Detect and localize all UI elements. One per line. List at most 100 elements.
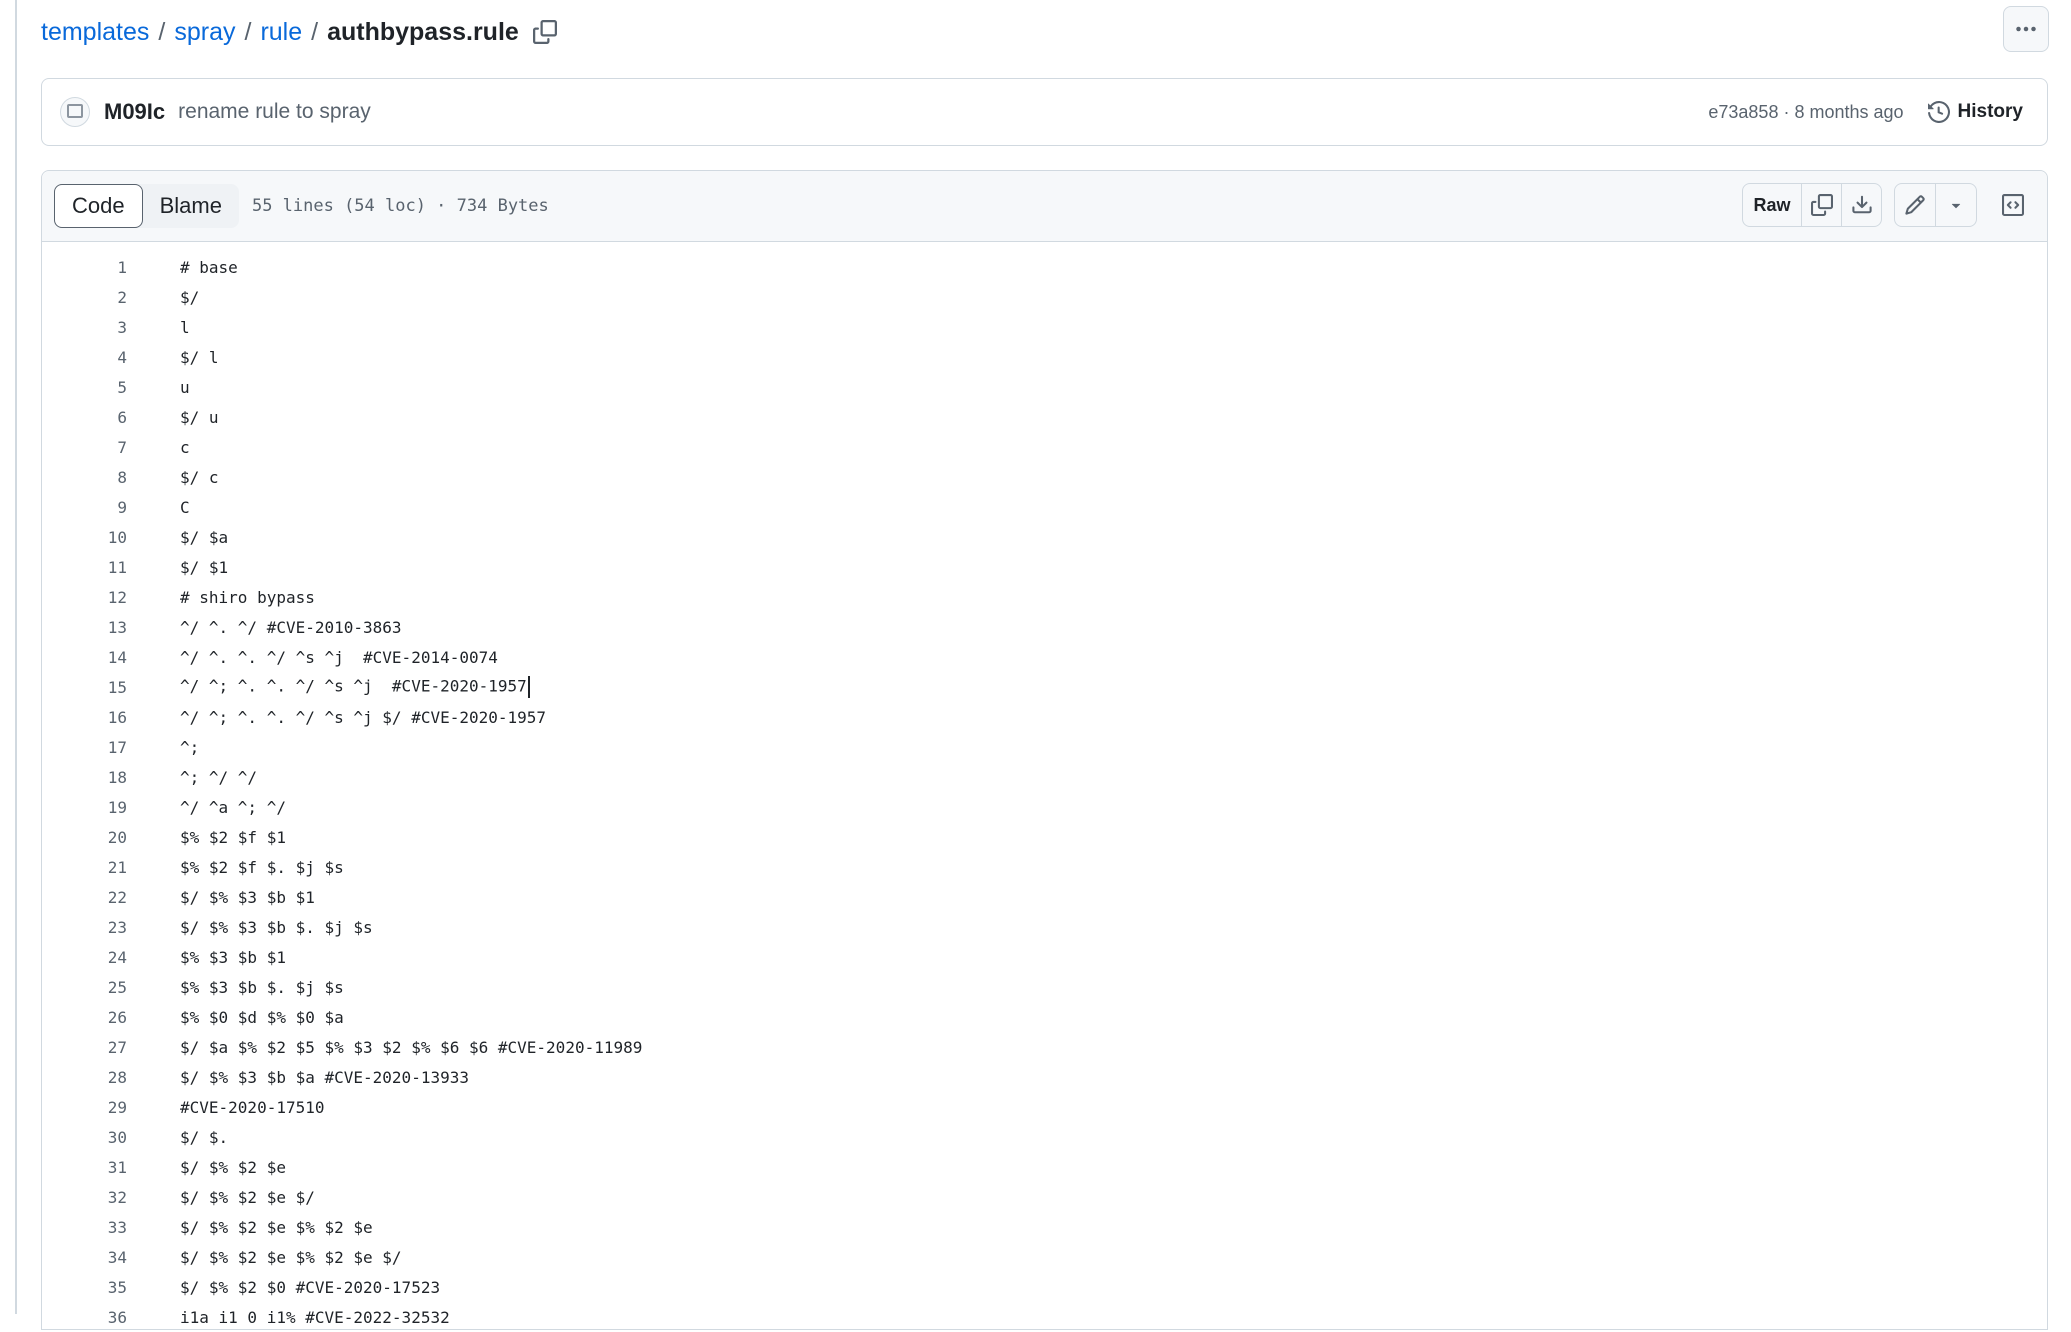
code-line: 6 $/ u <box>42 402 2047 432</box>
line-number[interactable]: 17 <box>42 738 127 757</box>
line-number[interactable]: 26 <box>42 1008 127 1027</box>
line-number[interactable]: 29 <box>42 1098 127 1117</box>
line-number[interactable]: 5 <box>42 378 127 397</box>
commit-author[interactable]: M09Ic <box>104 99 165 125</box>
code-line: 30 $/ $. <box>42 1122 2047 1152</box>
code-line: 8 $/ c <box>42 462 2047 492</box>
author-avatar[interactable] <box>60 97 90 127</box>
line-number[interactable]: 35 <box>42 1278 127 1297</box>
line-content: $/ $% $2 $e $% $2 $e <box>180 1217 373 1237</box>
breadcrumb-rule[interactable]: rule <box>260 18 302 47</box>
breadcrumb: templates / spray / rule / authbypass.ru… <box>41 14 559 50</box>
breadcrumb-templates[interactable]: templates <box>41 18 149 47</box>
line-content: $/ $a <box>180 527 229 547</box>
raw-actions-group: Raw <box>1742 183 1882 227</box>
code-line: 29 #CVE-2020-17510 <box>42 1092 2047 1122</box>
line-number[interactable]: 2 <box>42 288 127 307</box>
breadcrumb-spray[interactable]: spray <box>174 18 235 47</box>
line-number[interactable]: 23 <box>42 918 127 937</box>
more-options-button[interactable] <box>2003 6 2049 52</box>
line-number[interactable]: 30 <box>42 1128 127 1147</box>
code-view[interactable]: 1 # base 2 $/3 l 4 $/ l 5 u 6 $/ u 7 c 8 $/ c 9 C 10 $/ $a… <box>42 241 2047 1332</box>
line-number[interactable]: 14 <box>42 648 127 667</box>
line-number[interactable]: 22 <box>42 888 127 907</box>
kebab-horizontal-icon <box>2016 26 2036 32</box>
code-line: 17 ^; <box>42 732 2047 762</box>
left-border <box>15 0 17 1314</box>
line-number[interactable]: 3 <box>42 318 127 337</box>
code-line: 9C <box>42 492 2047 522</box>
line-content: $% $0 $d $% $0 $a <box>180 1007 344 1027</box>
commit-sha[interactable]: e73a858 <box>1708 102 1778 123</box>
line-number[interactable]: 10 <box>42 528 127 547</box>
line-number[interactable]: 6 <box>42 408 127 427</box>
line-number[interactable]: 21 <box>42 858 127 877</box>
line-content: C <box>180 497 190 517</box>
line-content: #CVE-2020-17510 <box>180 1097 325 1117</box>
line-number[interactable]: 20 <box>42 828 127 847</box>
line-number[interactable]: 34 <box>42 1248 127 1267</box>
line-content: # shiro bypass <box>180 587 315 607</box>
line-content: $/ $% $3 $b $a #CVE-2020-13933 <box>180 1067 469 1087</box>
line-number[interactable]: 4 <box>42 348 127 367</box>
line-number[interactable]: 25 <box>42 978 127 997</box>
line-content: $% $2 $f $1 <box>180 827 286 847</box>
line-number[interactable]: 27 <box>42 1038 127 1057</box>
copy-path-button[interactable] <box>531 18 559 46</box>
code-line: 23 $/ $% $3 $b $. $j $s <box>42 912 2047 942</box>
line-content: ^/ ^a ^; ^/ <box>180 797 286 817</box>
edit-dropdown-button[interactable] <box>1935 184 1976 226</box>
tab-blame[interactable]: Blame <box>143 184 239 228</box>
code-square-icon <box>2002 194 2024 216</box>
code-line: 32 $/ $% $2 $e $/ <box>42 1182 2047 1212</box>
line-number[interactable]: 1 <box>42 258 127 277</box>
commit-message[interactable]: rename rule to spray <box>178 100 371 124</box>
code-line: 27 $/ $a $% $2 $5 $% $3 $2 $% $6 $6 #CVE-… <box>42 1032 2047 1062</box>
code-line: 16 ^/ ^; ^. ^. ^/ ^s ^j $/ #CVE-2020-1957 <box>42 702 2047 732</box>
copy-icon <box>1810 194 1833 216</box>
line-content: $/ $. <box>180 1127 229 1147</box>
code-line: 19 ^/ ^a ^; ^/ <box>42 792 2047 822</box>
file-stats: 55 lines (54 loc) · 734 Bytes <box>251 196 549 216</box>
line-number[interactable]: 11 <box>42 558 127 577</box>
line-number[interactable]: 18 <box>42 768 127 787</box>
edit-file-button[interactable] <box>1895 184 1935 226</box>
code-line: 25 $% $3 $b $. $j $s <box>42 972 2047 1002</box>
triangle-down-icon <box>1951 203 1961 209</box>
code-line: 10 $/ $a <box>42 522 2047 552</box>
line-number[interactable]: 7 <box>42 438 127 457</box>
line-number[interactable]: 33 <box>42 1218 127 1237</box>
line-number[interactable]: 16 <box>42 708 127 727</box>
copy-raw-button[interactable] <box>1801 184 1841 226</box>
tab-code[interactable]: Code <box>54 184 143 228</box>
commit-meta-separator: · <box>1778 101 1795 122</box>
code-line: 34 $/ $% $2 $e $% $2 $e $/ <box>42 1242 2047 1272</box>
line-content: $/ $% $2 $e $% $2 $e $/ <box>180 1247 402 1267</box>
line-number[interactable]: 13 <box>42 618 127 637</box>
code-line: 33 $/ $% $2 $e $% $2 $e <box>42 1212 2047 1242</box>
raw-button[interactable]: Raw <box>1743 184 1801 226</box>
line-content: ^/ ^. ^. ^/ ^s ^j #CVE-2014-0074 <box>180 647 498 667</box>
code-line: 13 ^/ ^. ^/ #CVE-2010-3863 <box>42 612 2047 642</box>
line-number[interactable]: 8 <box>42 468 127 487</box>
line-number[interactable]: 19 <box>42 798 127 817</box>
line-number[interactable]: 36 <box>42 1308 127 1327</box>
code-line: 12 # shiro bypass <box>42 582 2047 612</box>
code-line: 11 $/ $1 <box>42 552 2047 582</box>
line-number[interactable]: 15 <box>42 678 127 697</box>
line-content: ^; ^/ ^/ <box>180 767 258 787</box>
line-content: $/ l <box>180 347 219 367</box>
line-number[interactable]: 31 <box>42 1158 127 1177</box>
symbols-panel-button[interactable] <box>1991 183 2035 227</box>
line-number[interactable]: 28 <box>42 1068 127 1087</box>
history-button[interactable]: History <box>1927 101 2023 123</box>
line-number[interactable]: 32 <box>42 1188 127 1207</box>
line-number[interactable]: 12 <box>42 588 127 607</box>
download-button[interactable] <box>1841 184 1881 226</box>
line-content: ^/ ^; ^. ^. ^/ ^s ^j #CVE-2020-1957 <box>180 676 530 698</box>
code-line: 20 $% $2 $f $1 <box>42 822 2047 852</box>
line-content: ^; <box>180 737 200 757</box>
line-content: $/ $% $2 $0 #CVE-2020-17523 <box>180 1277 441 1297</box>
line-number[interactable]: 24 <box>42 948 127 967</box>
line-number[interactable]: 9 <box>42 498 127 517</box>
